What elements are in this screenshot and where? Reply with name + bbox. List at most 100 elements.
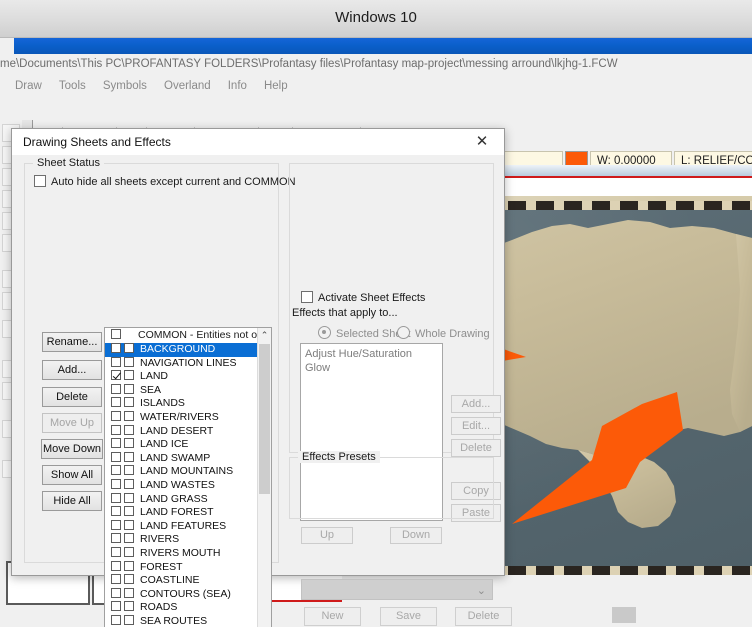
sheet-row-land-grass[interactable]: LAND GRASS: [105, 492, 271, 507]
sheet-hide-checkbox[interactable]: [111, 533, 121, 544]
sheet-effects-checkbox[interactable]: [124, 478, 134, 489]
close-icon[interactable]: ✕: [468, 132, 496, 152]
sheet-effects-checkbox[interactable]: [124, 343, 134, 353]
sheet-list-scrollbar[interactable]: ⌃ ⌄: [257, 328, 271, 627]
effect-delete-button[interactable]: Delete: [451, 439, 501, 457]
sheet-hide-checkbox[interactable]: [111, 356, 121, 367]
sheet-hide-checkbox[interactable]: [111, 343, 121, 353]
sheet-row-roads[interactable]: ROADS: [105, 601, 271, 615]
menu-item-symbols[interactable]: Symbols: [96, 76, 154, 96]
sheet-effects-checkbox[interactable]: [124, 451, 134, 462]
show-all-button[interactable]: Show All: [42, 465, 102, 485]
sheet-row-sea[interactable]: SEA: [105, 383, 271, 398]
sheet-row-land[interactable]: LAND: [105, 370, 271, 384]
auto-hide-checkbox[interactable]: [34, 175, 46, 187]
sheet-effects-checkbox[interactable]: [124, 560, 134, 571]
sheet-effects-checkbox[interactable]: [124, 465, 134, 476]
sheet-effects-checkbox[interactable]: [124, 370, 134, 381]
sheet-effects-checkbox[interactable]: [124, 492, 134, 503]
sheet-effects-checkbox[interactable]: [124, 410, 134, 421]
add-sheet-button[interactable]: Add...: [42, 360, 102, 380]
effects-list-item-glow[interactable]: Glow: [305, 361, 442, 375]
sheet-effects-checkbox[interactable]: [124, 424, 134, 435]
sheet-list[interactable]: COMMON - Entities not on BACKGROUND NAVIG…: [104, 327, 272, 627]
radio-selected-sheet-button[interactable]: [318, 326, 331, 339]
sheet-hide-checkbox[interactable]: [111, 424, 121, 435]
sheet-hide-checkbox[interactable]: [111, 438, 121, 449]
sheet-effects-checkbox[interactable]: [124, 383, 134, 394]
activate-sheet-effects-checkbox[interactable]: [301, 291, 313, 303]
move-up-button[interactable]: Move Up: [42, 413, 102, 433]
sheet-hide-checkbox[interactable]: [111, 601, 121, 612]
sheet-hide-checkbox[interactable]: [111, 410, 121, 421]
sheet-row-rivers[interactable]: RIVERS: [105, 533, 271, 547]
sheet-effects-checkbox[interactable]: [124, 533, 134, 544]
radio-whole-drawing-button[interactable]: [397, 326, 410, 339]
sheet-hide-checkbox[interactable]: [111, 397, 121, 408]
sheet-row-land-forest[interactable]: LAND FOREST: [105, 506, 271, 520]
effects-list-item-hue[interactable]: Adjust Hue/Saturation: [305, 347, 442, 361]
sheet-effects-checkbox[interactable]: [124, 519, 134, 530]
menu-item-help[interactable]: Help: [257, 76, 295, 96]
rename-button[interactable]: Rename...: [42, 332, 102, 352]
menu-item-overland[interactable]: Overland: [157, 76, 218, 96]
chevron-down-icon[interactable]: ⌄: [477, 584, 486, 597]
effect-move-up-button[interactable]: Up: [301, 527, 353, 544]
preset-new-button[interactable]: New: [304, 607, 361, 626]
sheet-row-background[interactable]: BACKGROUND: [105, 343, 271, 357]
sheet-effects-checkbox[interactable]: [124, 438, 134, 449]
delete-sheet-button[interactable]: Delete: [42, 387, 102, 407]
preset-save-button[interactable]: Save: [380, 607, 437, 626]
sheet-row-forest[interactable]: FOREST: [105, 560, 271, 575]
sheet-hide-checkbox[interactable]: [111, 465, 121, 476]
sheet-hide-checkbox[interactable]: [111, 451, 121, 462]
sheet-hide-checkbox[interactable]: [111, 383, 121, 394]
hide-all-button[interactable]: Hide All: [42, 491, 102, 511]
activate-sheet-effects-row[interactable]: Activate Sheet Effects: [301, 291, 430, 304]
sheet-row-coastline[interactable]: COASTLINE: [105, 574, 271, 588]
sheet-row-land-wastes[interactable]: LAND WASTES: [105, 478, 271, 493]
effect-move-down-button[interactable]: Down: [390, 527, 442, 544]
sheet-row-land-swamp[interactable]: LAND SWAMP: [105, 451, 271, 466]
sheet-effects-checkbox[interactable]: [124, 397, 134, 408]
sheet-hide-checkbox[interactable]: [111, 546, 121, 557]
auto-hide-checkbox-row[interactable]: Auto hide all sheets except current and …: [34, 175, 296, 188]
sheet-hide-checkbox[interactable]: [111, 506, 121, 517]
sheet-row-water-rivers[interactable]: WATER/RIVERS: [105, 410, 271, 425]
sheet-hide-checkbox[interactable]: [111, 614, 121, 625]
preset-delete-button[interactable]: Delete: [455, 607, 512, 626]
sheet-row-contours-sea-[interactable]: CONTOURS (SEA): [105, 587, 271, 602]
effect-add-button[interactable]: Add...: [451, 395, 501, 413]
sheet-hide-checkbox[interactable]: [111, 370, 121, 381]
sheet-hide-checkbox[interactable]: [111, 587, 121, 598]
sheet-hide-checkbox[interactable]: [111, 560, 121, 571]
header-hide-checkbox[interactable]: [111, 329, 121, 339]
menu-item-tools[interactable]: Tools: [52, 76, 93, 96]
menu-item-draw[interactable]: Draw: [8, 76, 49, 96]
menu-item-info[interactable]: Info: [221, 76, 254, 96]
sheet-hide-checkbox[interactable]: [111, 519, 121, 530]
scrollbar-thumb[interactable]: [259, 344, 270, 494]
sheet-row-islands[interactable]: ISLANDS: [105, 397, 271, 411]
sheet-effects-checkbox[interactable]: [124, 574, 134, 585]
sheet-row-navigation-lines[interactable]: NAVIGATION LINES: [105, 356, 271, 371]
sheet-row-land-desert[interactable]: LAND DESERT: [105, 424, 271, 439]
sheet-effects-checkbox[interactable]: [124, 546, 134, 557]
scroll-up-icon[interactable]: ⌃: [258, 328, 271, 342]
radio-whole-drawing[interactable]: Whole Drawing: [397, 326, 490, 340]
effects-preset-combobox[interactable]: ⌄: [301, 579, 493, 600]
sheet-effects-checkbox[interactable]: [124, 601, 134, 612]
sheet-hide-checkbox[interactable]: [111, 574, 121, 585]
menu-bar[interactable]: Draw Tools Symbols Overland Info Help: [0, 76, 752, 96]
sheet-hide-checkbox[interactable]: [111, 478, 121, 489]
sheet-row-sea-routes[interactable]: SEA ROUTES: [105, 614, 271, 627]
sheet-row-rivers-mouth[interactable]: RIVERS MOUTH: [105, 546, 271, 561]
effect-edit-button[interactable]: Edit...: [451, 417, 501, 435]
sheet-hide-checkbox[interactable]: [111, 492, 121, 503]
sheet-effects-checkbox[interactable]: [124, 356, 134, 367]
move-down-button[interactable]: Move Down: [41, 439, 103, 459]
sheet-row-land-mountains[interactable]: LAND MOUNTAINS: [105, 465, 271, 479]
sheet-effects-checkbox[interactable]: [124, 506, 134, 517]
sheet-effects-checkbox[interactable]: [124, 587, 134, 598]
sheet-row-land-ice[interactable]: LAND ICE: [105, 438, 271, 452]
